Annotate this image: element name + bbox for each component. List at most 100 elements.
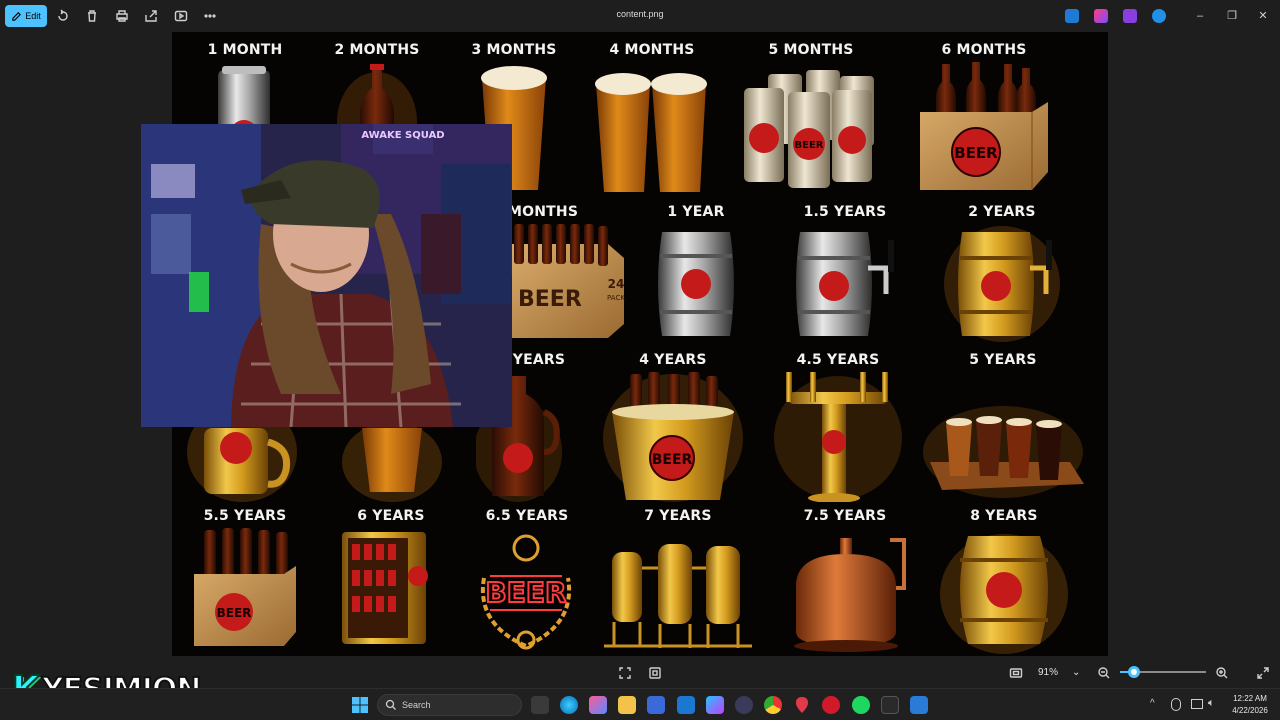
milestone-label: 1 YEAR (667, 204, 725, 220)
taskbar-search-box[interactable]: Search (377, 694, 522, 716)
milestone-5-5-years: 5.5 YEARS BEER (188, 508, 302, 654)
file-explorer-icon[interactable] (618, 696, 636, 714)
chevron-down-icon: ⌄ (1072, 667, 1081, 678)
fullscreen-icon[interactable] (1256, 666, 1270, 680)
milestone-label: 5 MONTHS (768, 42, 854, 58)
milestone-label: 4 YEARS (639, 352, 707, 368)
can-beer-text: BEER (795, 140, 824, 151)
task-view-icon[interactable] (531, 696, 549, 714)
delete-icon[interactable] (84, 8, 100, 24)
store-icon[interactable] (647, 696, 665, 714)
opera-icon[interactable] (822, 696, 840, 714)
maps-pin-icon[interactable] (793, 696, 811, 714)
pack-beer-text: BEER (518, 287, 582, 312)
milestone-months-partial: MONTHS BEER 24 PACK (508, 204, 638, 344)
milestone-label: 5.5 YEARS (203, 508, 287, 524)
milestone-5-years: 5 YEARS (920, 352, 1086, 502)
milestone-6-months: 6 MONTHS BEER (912, 42, 1056, 192)
copilot-app-icon[interactable] (1094, 9, 1108, 23)
milestone-4-5-years: 4.5 YEARS (772, 352, 904, 502)
zoom-slider-thumb[interactable] (1128, 666, 1140, 678)
microphone-icon[interactable] (1171, 698, 1181, 711)
box-beer-text: BEER (217, 606, 252, 620)
milestone-label: 8 YEARS (970, 508, 1038, 524)
milestone-7-5-years: 7.5 YEARS (778, 508, 912, 654)
fit-window-icon[interactable] (1009, 666, 1023, 680)
mini-keg-illustration (658, 232, 734, 336)
edit-icon (12, 11, 22, 21)
milestone-6-years: 6 YEARS (336, 508, 446, 654)
copilot-icon[interactable] (589, 696, 607, 714)
milestone-label: 6.5 YEARS (485, 508, 569, 524)
onedrive-icon[interactable] (1152, 9, 1166, 23)
beer-flight-illustration (923, 406, 1084, 498)
app-icon[interactable] (735, 696, 753, 714)
photos-app-window: Edit content.png – ❐ ✕ 1 MONTH 2 MONTHS … (0, 0, 1280, 688)
milestone-label: 5 YEARS (969, 352, 1037, 368)
edit-label: Edit (25, 11, 41, 21)
start-button[interactable] (351, 696, 369, 714)
slideshow-icon[interactable] (173, 8, 189, 24)
milestone-label: 6 YEARS (357, 508, 425, 524)
six-pack-box-illustration: BEER (920, 62, 1048, 190)
webcam-banner-text: AWAKE SQUAD (361, 130, 444, 141)
two-pints-illustration (595, 73, 707, 192)
print-icon[interactable] (114, 8, 130, 24)
ice-bucket-illustration: BEER (603, 372, 743, 502)
clock-time: 12:22 AM (1233, 694, 1267, 703)
chrome-icon[interactable] (764, 696, 782, 714)
milestone-2-years: 2 YEARS (942, 204, 1062, 344)
chevron-up-icon[interactable]: ^ (1150, 698, 1155, 709)
milestone-1-year: 1 YEAR (640, 204, 752, 344)
tap-tower-illustration (774, 372, 902, 502)
milestone-label: MONTHS (508, 204, 579, 220)
epic-games-icon[interactable] (881, 696, 899, 714)
pack-count-text: 24 (608, 277, 625, 291)
taskbar-clock[interactable]: 12:22 AM 4/22/2026 (1224, 693, 1276, 717)
mail-icon[interactable] (677, 696, 695, 714)
zoom-in-icon[interactable] (1215, 666, 1229, 680)
brewery-tanks-illustration (604, 544, 752, 648)
fit-screen-icon[interactable] (618, 666, 632, 680)
volume-icon[interactable]: 🔈︎ (1208, 697, 1215, 710)
photos-icon[interactable] (910, 696, 928, 714)
milestone-label: 4.5 YEARS (796, 352, 880, 368)
network-icon[interactable] (1191, 699, 1203, 709)
spotify-icon[interactable] (852, 696, 870, 714)
clock-date: 4/22/2026 (1232, 706, 1268, 715)
milestone-label: 2 YEARS (968, 204, 1036, 220)
neon-beer-text: BEER (485, 576, 566, 609)
milestone-1-5-years: 1.5 YEARS (782, 204, 908, 344)
window-title: content.png (616, 9, 664, 19)
zoom-level-dropdown[interactable]: 91% ⌄ (1030, 664, 1088, 682)
paint-app-icon[interactable] (1065, 9, 1079, 23)
streamer-webcam-feed: AWAKE SQUAD (141, 124, 512, 427)
share-icon[interactable] (143, 8, 159, 24)
edit-button[interactable]: Edit (5, 5, 47, 27)
milestone-4-years: 4 YEARS BEER (602, 352, 744, 502)
more-icon[interactable] (202, 8, 218, 24)
milestone-8-years: 8 YEARS (938, 508, 1070, 654)
windows-taskbar: Search ^ 🔈︎ 12:22 AM 4/22/2026 (0, 688, 1280, 720)
edge-browser-icon[interactable] (560, 696, 578, 714)
microsoft-365-icon[interactable] (706, 696, 724, 714)
bucket-beer-text: BEER (652, 452, 693, 468)
clipchamp-app-icon[interactable] (1123, 9, 1137, 23)
beer-fridge-illustration (342, 532, 428, 644)
maximize-button[interactable]: ❐ (1224, 8, 1240, 24)
actual-size-icon[interactable] (648, 666, 662, 680)
keg-tap-illustration (796, 232, 894, 336)
milestone-4-months: 4 MONTHS (590, 42, 714, 192)
zoom-out-icon[interactable] (1097, 666, 1111, 680)
24-pack-illustration: BEER 24 PACK (512, 224, 625, 338)
rotate-icon[interactable] (55, 8, 71, 24)
gold-barrel-illustration (940, 534, 1068, 654)
gold-keg-tap-illustration (944, 226, 1060, 342)
milestone-label: 6 MONTHS (941, 42, 1027, 58)
minimize-button[interactable]: – (1192, 8, 1208, 24)
milestone-label: 7.5 YEARS (803, 508, 887, 524)
close-button[interactable]: ✕ (1255, 8, 1271, 24)
milestone-label: 7 YEARS (644, 508, 712, 524)
copper-kettle-illustration (794, 538, 906, 652)
windows-logo-icon (352, 697, 368, 713)
